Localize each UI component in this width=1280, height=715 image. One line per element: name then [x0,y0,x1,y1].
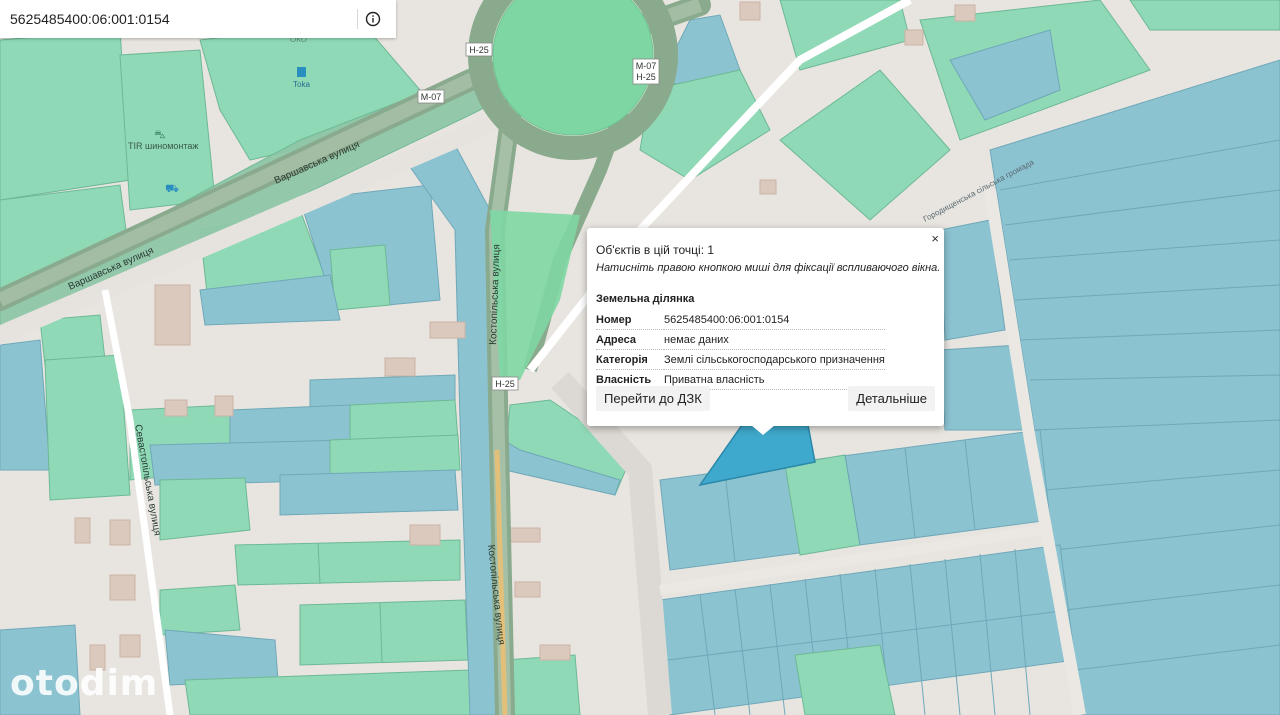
block-b-7[interactable] [279,469,459,516]
parcel-attributes-table: Номер 5625485400:06:001:0154 Адреса нема… [596,310,885,390]
popup-heading: Земельна ділянка [596,293,695,305]
block-b-8[interactable] [159,477,251,541]
attr-value: немає даних [664,329,885,350]
road-shield-m07-a: M-07 [417,89,445,104]
table-row: Категорія Землі сільськогосподарського п… [596,349,885,370]
parcel-info-popup: × Об'єктів в цій точці: 1 Натисніть прав… [587,228,944,426]
car-icon: ⛍ [154,129,165,141]
attr-key: Номер [596,310,664,330]
details-button[interactable]: Детальніше [848,386,935,411]
block-c-3[interactable] [164,629,279,686]
search-separator [357,9,358,29]
objects-count: Об'єктів в цій точці: 1 [596,243,715,257]
block-a-green-2[interactable] [329,244,391,311]
attr-value: 5625485400:06:001:0154 [664,310,885,330]
parcel-w-1[interactable] [0,29,131,201]
popup-hint: Натисніть правою кнопкою миші для фіксац… [596,262,941,274]
shop-icon [297,67,306,77]
parcel-se-green-2[interactable] [794,644,896,715]
popup-pointer [751,425,775,435]
table-row: Номер 5625485400:06:001:0154 [596,310,885,330]
road-shield-m07-b: M-07 H-25 [632,58,660,85]
block-c-1[interactable] [234,539,461,586]
parcel-ne-3[interactable] [1129,0,1280,31]
table-row: Адреса немає даних [596,329,885,350]
watermark-logo: otodim [10,663,159,704]
cadastral-number-input[interactable] [0,0,360,38]
close-icon[interactable]: × [931,231,939,246]
block-c-2[interactable] [159,584,241,636]
svg-text:H-25: H-25 [495,379,515,389]
car-wash-icon: ⛟ [165,183,179,195]
block-d-3[interactable] [44,354,131,501]
attr-value: Землі сільськогосподарського призначення [664,349,885,370]
attr-key: Адреса [596,329,664,350]
label-toka: Toka [293,80,310,89]
info-icon[interactable] [364,10,382,28]
attr-key: Категорія [596,349,664,370]
svg-text:H-25: H-25 [469,45,489,55]
go-to-dzk-button[interactable]: Перейти до ДЗК [596,386,710,411]
svg-text:M-07: M-07 [421,92,442,102]
label-tir: TIR шиномонтаж [128,141,198,151]
block-c-4[interactable] [299,599,469,666]
road-shield-h25-c: H-25 [491,376,519,391]
svg-text:M-07: M-07 [636,61,657,71]
block-e-3[interactable] [504,654,581,715]
svg-text:H-25: H-25 [636,72,656,82]
cadastral-search-bar [0,0,396,38]
road-shield-h25-a: H-25 [465,42,493,57]
block-b-6[interactable] [329,434,461,476]
